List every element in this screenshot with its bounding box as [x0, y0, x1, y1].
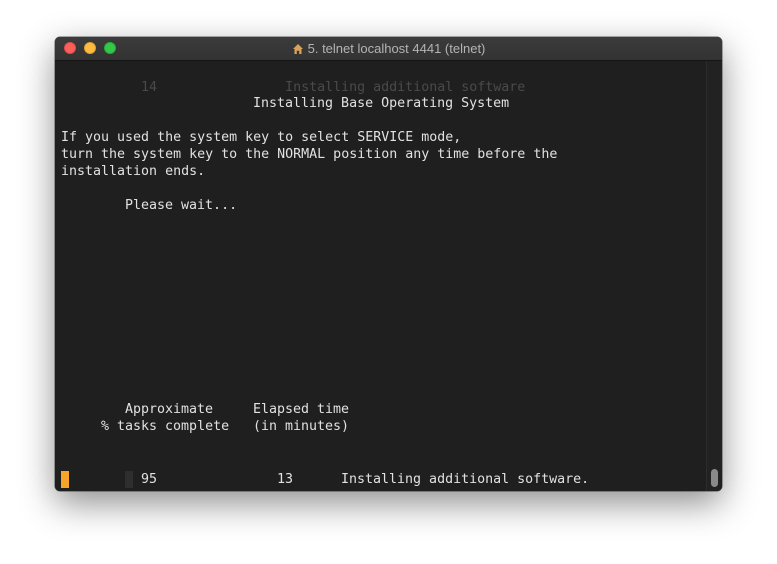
- ghost-line: 14 Installing additional software: [141, 80, 526, 95]
- percent-complete-value: 95: [141, 472, 158, 487]
- tasks-header-line-1: Approximate: [125, 402, 214, 417]
- terminal-window: 5. telnet localhost 4441 (telnet) 14 Ins…: [55, 37, 722, 491]
- install-heading: Installing Base Operating System: [253, 96, 510, 111]
- cell-shade: [125, 471, 133, 488]
- title-bar[interactable]: 5. telnet localhost 4441 (telnet): [55, 37, 722, 61]
- terminal-cursor: [61, 471, 69, 488]
- terminal-output[interactable]: 14 Installing additional software Instal…: [55, 61, 706, 491]
- elapsed-minutes-value: 13: [277, 472, 294, 487]
- window-title-text: 5. telnet localhost 4441 (telnet): [307, 41, 486, 56]
- scrollbar-thumb[interactable]: [711, 469, 718, 487]
- message-line-3: installation ends.: [61, 164, 206, 179]
- please-wait-text: Please wait...: [125, 198, 238, 213]
- elapsed-header-line-2: (in minutes): [253, 419, 350, 434]
- install-status-text: Installing additional software.: [341, 472, 590, 487]
- window-title: 5. telnet localhost 4441 (telnet): [55, 41, 722, 58]
- elapsed-header-line-1: Elapsed time: [253, 402, 350, 417]
- home-icon: [292, 43, 304, 58]
- tasks-header-line-2: % tasks complete: [101, 419, 230, 434]
- message-line-1: If you used the system key to select SER…: [61, 130, 462, 145]
- message-line-2: turn the system key to the NORMAL positi…: [61, 147, 558, 162]
- vertical-scrollbar[interactable]: [706, 61, 722, 491]
